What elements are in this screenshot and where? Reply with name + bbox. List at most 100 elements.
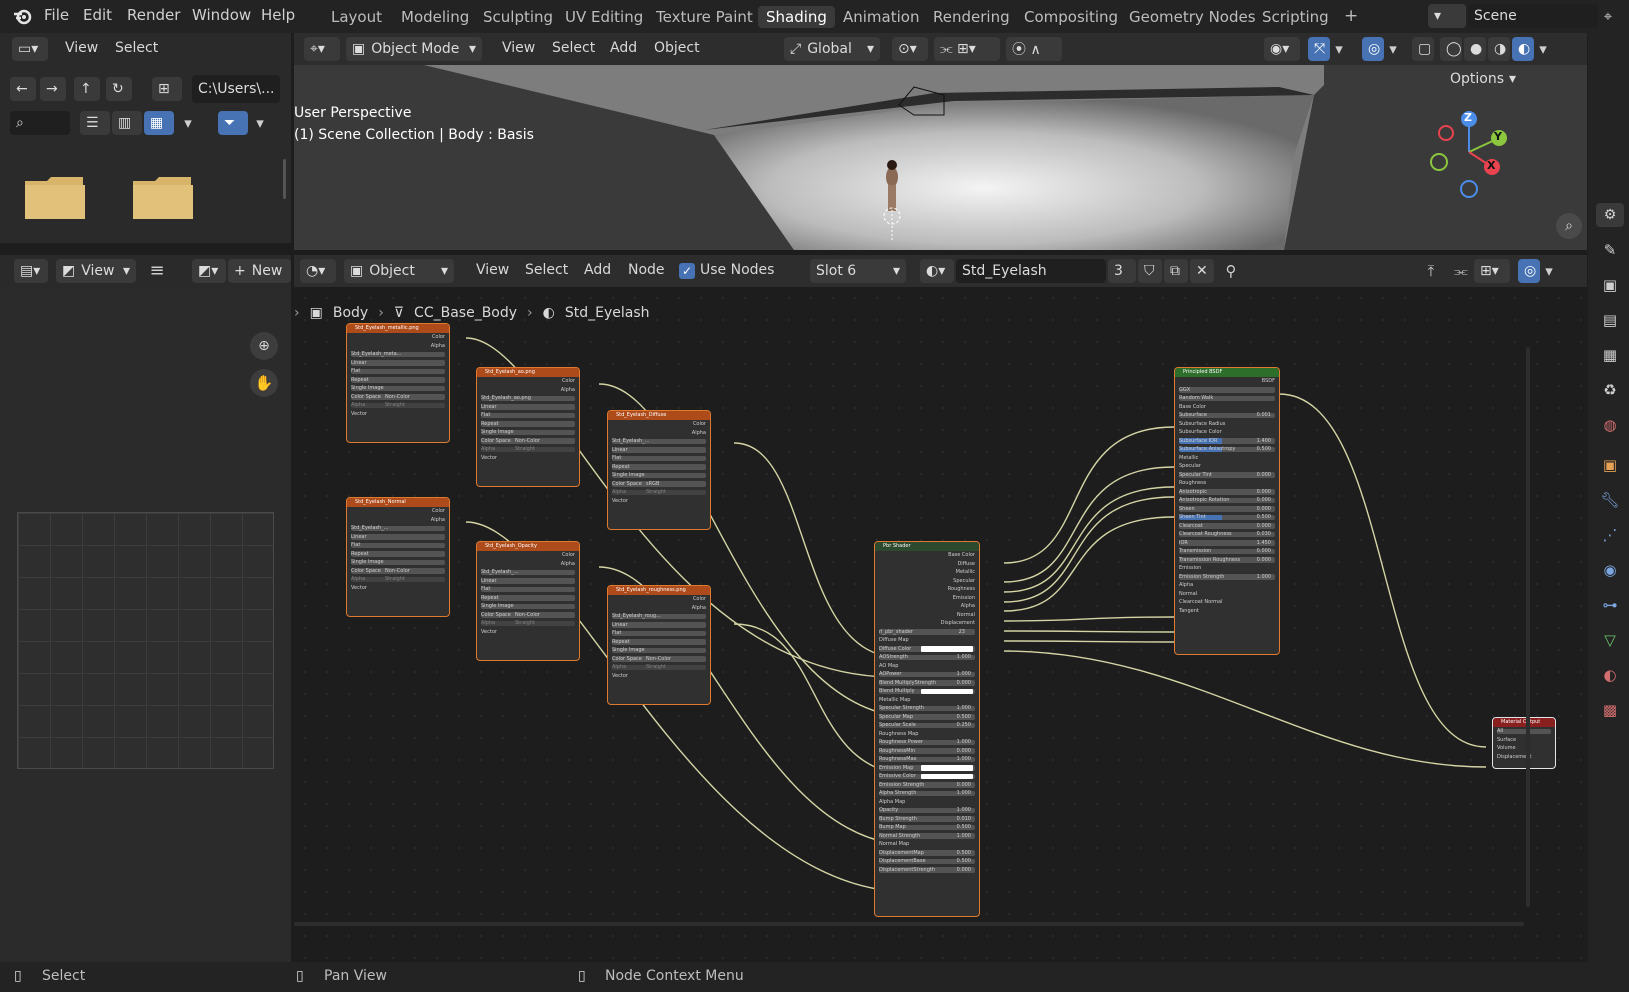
group-input-socket[interactable]: Bump Map 0.500 (875, 823, 979, 832)
extension-dropdown[interactable]: Repeat (347, 376, 449, 385)
group-input-socket[interactable]: RoughnessMin 0.000 (875, 747, 979, 756)
group-output-socket[interactable]: Diffuse (875, 560, 979, 569)
scrollbar[interactable] (283, 159, 286, 199)
viewport-object-menu[interactable]: Object (654, 40, 700, 56)
menu-window[interactable]: Window (192, 6, 251, 24)
color-space-dropdown[interactable]: Non-Color Color Space (477, 611, 579, 620)
group-input-socket[interactable]: Metallic Map (875, 696, 979, 705)
color-swatch[interactable] (921, 773, 973, 779)
color-space-dropdown[interactable]: Non-Color Color Space (347, 567, 449, 576)
world-icon[interactable]: ◍ (1596, 413, 1624, 437)
particles-icon[interactable]: ⋰ (1596, 523, 1624, 547)
alpha-mode-dropdown[interactable]: Straight Alpha (608, 488, 710, 497)
source-dropdown[interactable]: Single Image (347, 558, 449, 567)
search-icon[interactable]: ⌕ (10, 111, 70, 135)
menu-render[interactable]: Render (127, 6, 180, 24)
target-dropdown[interactable]: All (1493, 727, 1555, 736)
image-texture-node[interactable]: Std_Eyelash_roughness.png Color Alpha Std_E… (607, 585, 711, 705)
source-dropdown[interactable]: Single Image (347, 384, 449, 393)
bsdf-input-socket[interactable]: Anisotropic 0.000 (1175, 488, 1279, 497)
image-texture-node[interactable]: Std_Eyelash_Normal Color Alpha Std_Eyelash_… (346, 497, 450, 617)
output-alpha-socket[interactable]: Alpha (347, 342, 449, 351)
output-color-socket[interactable]: Color (477, 377, 579, 386)
group-input-socket[interactable]: RoughnessMax 1.000 (875, 755, 979, 764)
fake-user-shield-icon[interactable]: ⛉ (1138, 259, 1162, 283)
image-datablock-field[interactable]: Std_Eyelash_roug... (608, 612, 710, 621)
projection-dropdown[interactable]: Flat (608, 454, 710, 463)
zoom-icon[interactable]: ⊕ (250, 332, 278, 360)
image-editor-view-dropdown[interactable]: ◩ View ▾ (56, 259, 136, 283)
parent-node-tree-icon[interactable]: ⤒ (1420, 259, 1442, 283)
xray-toggle-icon[interactable]: ▢ (1412, 37, 1434, 61)
constraints-icon[interactable]: ⊶ (1596, 593, 1624, 617)
duplicate-material-icon[interactable]: ⧉ (1164, 259, 1188, 283)
use-nodes-checkbox[interactable]: ✓ (679, 263, 695, 279)
output-alpha-socket[interactable]: Alpha (608, 604, 710, 613)
chevron-down-icon[interactable]: ▾ (1542, 259, 1556, 283)
menu-file[interactable]: File (44, 6, 69, 24)
input-vector-socket[interactable]: Vector (477, 628, 579, 637)
image-texture-node[interactable]: Std_Eyelash_Opacity Color Alpha Std_Eyelash… (476, 541, 580, 661)
output-input-socket[interactable]: Volume (1493, 744, 1555, 753)
bsdf-input-socket[interactable]: Roughness (1175, 479, 1279, 488)
interpolation-dropdown[interactable]: Linear (477, 403, 579, 412)
bsdf-input-socket[interactable]: IOR 1.450 (1175, 539, 1279, 548)
interpolation-dropdown[interactable]: Linear (608, 621, 710, 630)
forward-arrow-icon[interactable]: → (40, 77, 66, 101)
group-output-socket[interactable]: Roughness (875, 585, 979, 594)
distribution-dropdown[interactable]: GGX (1175, 386, 1279, 395)
viewport-options-button[interactable]: Options ▾ (1444, 67, 1522, 91)
bsdf-input-socket[interactable]: Sheen 0.000 (1175, 505, 1279, 514)
node-add-menu[interactable]: Add (584, 262, 611, 278)
group-output-socket[interactable]: Metallic (875, 568, 979, 577)
vertical-scrollbar[interactable] (1526, 347, 1530, 907)
hand-pan-icon[interactable]: ✋ (250, 369, 278, 397)
hamburger-menu-icon[interactable]: ≡ (146, 259, 168, 283)
bsdf-input-socket[interactable]: Sheen Tint 0.500 (1175, 513, 1279, 522)
tab-texture-paint[interactable]: Texture Paint (648, 6, 761, 28)
rendered-shading-icon[interactable]: ◐ (1512, 37, 1534, 61)
chevron-down-icon[interactable]: ▾ (1386, 37, 1400, 61)
projection-dropdown[interactable]: Flat (608, 629, 710, 638)
group-input-socket[interactable]: DisplacementStrength 0.000 (875, 866, 979, 875)
group-output-socket[interactable]: Specular (875, 577, 979, 586)
object-icon[interactable]: ▣ (1596, 453, 1624, 477)
group-input-socket[interactable]: AOPower 1.000 (875, 670, 979, 679)
chevron-down-icon[interactable]: ▾ (1536, 37, 1550, 61)
input-vector-socket[interactable]: Vector (477, 454, 579, 463)
alpha-mode-dropdown[interactable]: Straight Alpha (347, 575, 449, 584)
solid-shading-icon[interactable]: ● (1464, 37, 1486, 61)
viewport-canvas[interactable]: User Perspective (1) Scene Collection | … (294, 65, 1587, 250)
wireframe-shading-icon[interactable]: ◯ (1440, 37, 1462, 61)
viewport-view-menu[interactable]: View (502, 40, 535, 56)
tab-modeling[interactable]: Modeling (393, 6, 477, 28)
bsdf-input-socket[interactable]: Clearcoat Roughness 0.030 (1175, 530, 1279, 539)
group-input-socket[interactable]: Emission Map (875, 764, 979, 773)
group-output-socket[interactable]: Base Color (875, 551, 979, 560)
group-output-socket[interactable]: Alpha (875, 602, 979, 611)
projection-dropdown[interactable]: Flat (347, 541, 449, 550)
group-input-socket[interactable]: Opacity 1.000 (875, 806, 979, 815)
bsdf-input-socket[interactable]: Clearcoat Normal (1175, 598, 1279, 607)
pin-icon[interactable]: ⌖ (1598, 4, 1618, 28)
alpha-mode-dropdown[interactable]: Straight Alpha (608, 663, 710, 672)
new-folder-icon[interactable]: ⊞ (152, 77, 182, 101)
viewport-editor-type-icon[interactable]: ⌖▾ (304, 37, 340, 61)
principled-bsdf-node[interactable]: Principled BSDF BSDF GGX Random Walk Base Co… (1174, 367, 1280, 655)
group-output-socket[interactable]: Normal (875, 611, 979, 620)
unlink-material-icon[interactable]: ✕ (1190, 259, 1214, 283)
material-name-field[interactable]: Std_Eyelash (956, 259, 1106, 283)
color-space-dropdown[interactable]: Non-Color Color Space (477, 437, 579, 446)
tab-compositing[interactable]: Compositing (1016, 6, 1126, 28)
alpha-mode-dropdown[interactable]: Straight Alpha (347, 401, 449, 410)
output-printer-icon[interactable]: ▤ (1596, 308, 1624, 332)
snap-icon[interactable]: ⫘ ⊞▾ (934, 37, 1000, 61)
folder-icon[interactable] (133, 175, 193, 219)
mesh-data-icon[interactable]: ▽ (1596, 628, 1624, 652)
group-input-socket[interactable]: Emissive Color (875, 772, 979, 781)
image-texture-node[interactable]: Std_Eyelash_Diffuse Color Alpha Std_Eyelash… (607, 410, 711, 530)
chevron-down-icon[interactable]: ▾ (180, 111, 196, 135)
alpha-mode-dropdown[interactable]: Straight Alpha (477, 619, 579, 628)
vertical-list-icon[interactable]: ☰ (80, 111, 110, 135)
tab-layout[interactable]: Layout (323, 6, 390, 28)
